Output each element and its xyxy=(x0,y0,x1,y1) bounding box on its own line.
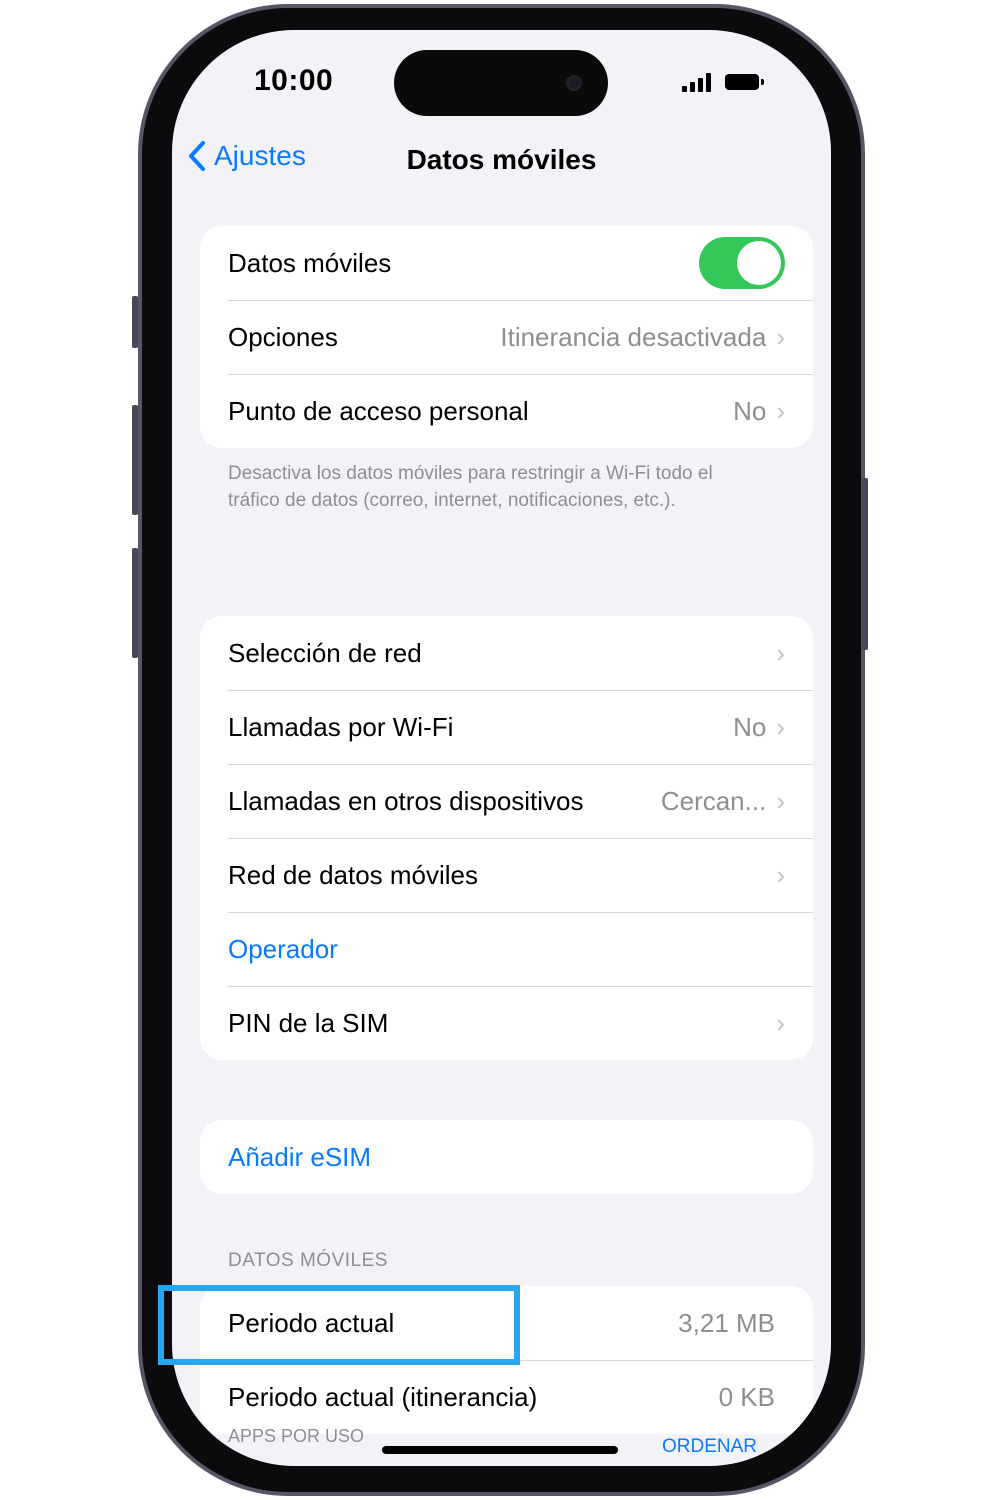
home-indicator[interactable] xyxy=(382,1446,618,1454)
volume-down-button xyxy=(132,548,138,658)
other-devices-calls-row[interactable]: Llamadas en otros dispositivos Cercan...… xyxy=(200,764,813,838)
chevron-right-icon: › xyxy=(776,859,785,890)
row-value: 3,21 MB xyxy=(678,1307,775,1338)
volume-up-button xyxy=(132,405,138,515)
screen: 10:00 Ajustes Datos móviles Datos móvile… xyxy=(172,30,831,1466)
row-label: Datos móviles xyxy=(228,247,392,278)
chevron-right-icon: › xyxy=(776,321,785,352)
row-label: Llamadas en otros dispositivos xyxy=(228,785,584,816)
cellular-data-toggle[interactable] xyxy=(699,237,785,289)
sim-pin-row[interactable]: PIN de la SIM › xyxy=(200,986,813,1060)
wifi-calling-row[interactable]: Llamadas por Wi-Fi No › xyxy=(200,690,813,764)
options-row[interactable]: Opciones Itinerancia desactivada › xyxy=(200,300,813,374)
status-icons xyxy=(682,72,764,92)
cellular-settings-group: Datos móviles Opciones Itinerancia desac… xyxy=(200,226,813,448)
row-label: Punto de acceso personal xyxy=(228,395,529,426)
row-value: Itinerancia desactivada xyxy=(500,321,767,352)
esim-group: Añadir eSIM xyxy=(200,1120,813,1194)
power-button xyxy=(862,478,868,650)
network-selection-row[interactable]: Selección de red › xyxy=(200,616,813,690)
row-value: No xyxy=(733,395,767,426)
row-value: 0 KB xyxy=(718,1381,775,1412)
chevron-right-icon: › xyxy=(776,1007,785,1038)
row-label: Llamadas por Wi-Fi xyxy=(228,711,454,742)
footnote: Desactiva los datos móviles para restrin… xyxy=(228,463,713,511)
row-label: Opciones xyxy=(228,321,338,352)
row-label: Selección de red xyxy=(228,637,422,668)
add-esim-link: Añadir eSIM xyxy=(228,1141,372,1172)
section-header: DATOS MÓVILES xyxy=(228,1250,388,1271)
add-esim-row[interactable]: Añadir eSIM xyxy=(200,1120,813,1194)
hotspot-row[interactable]: Punto de acceso personal No › xyxy=(200,374,813,448)
row-value: No xyxy=(733,711,767,742)
page-title: Datos móviles xyxy=(406,144,597,175)
current-period-roaming-row: Periodo actual (itinerancia) 0 KB xyxy=(200,1360,813,1434)
row-label: Red de datos móviles xyxy=(228,859,479,890)
cellular-data-row: Datos móviles xyxy=(200,226,813,300)
chevron-right-icon: › xyxy=(776,395,785,426)
carrier-row[interactable]: Operador xyxy=(200,912,813,986)
chevron-right-icon: › xyxy=(776,785,785,816)
row-value: Cercan... xyxy=(660,785,767,816)
battery-icon xyxy=(725,74,764,90)
action-button xyxy=(132,296,138,348)
signal-icon xyxy=(682,72,711,92)
dynamic-island xyxy=(394,50,608,116)
row-label: PIN de la SIM xyxy=(228,1007,389,1038)
cellular-data-network-row[interactable]: Red de datos móviles › xyxy=(200,838,813,912)
network-settings-group: Selección de red › Llamadas por Wi-Fi No… xyxy=(200,616,813,1060)
chevron-right-icon: › xyxy=(776,637,785,668)
status-time: 10:00 xyxy=(254,64,334,97)
apps-by-usage-header: APPS POR USO xyxy=(228,1426,365,1446)
row-label: Periodo actual (itinerancia) xyxy=(228,1381,538,1412)
carrier-link: Operador xyxy=(228,933,338,964)
sort-button[interactable]: ORDENAR xyxy=(662,1436,757,1458)
highlight-box xyxy=(158,1285,520,1365)
chevron-right-icon: › xyxy=(776,711,785,742)
camera-icon xyxy=(566,75,582,91)
